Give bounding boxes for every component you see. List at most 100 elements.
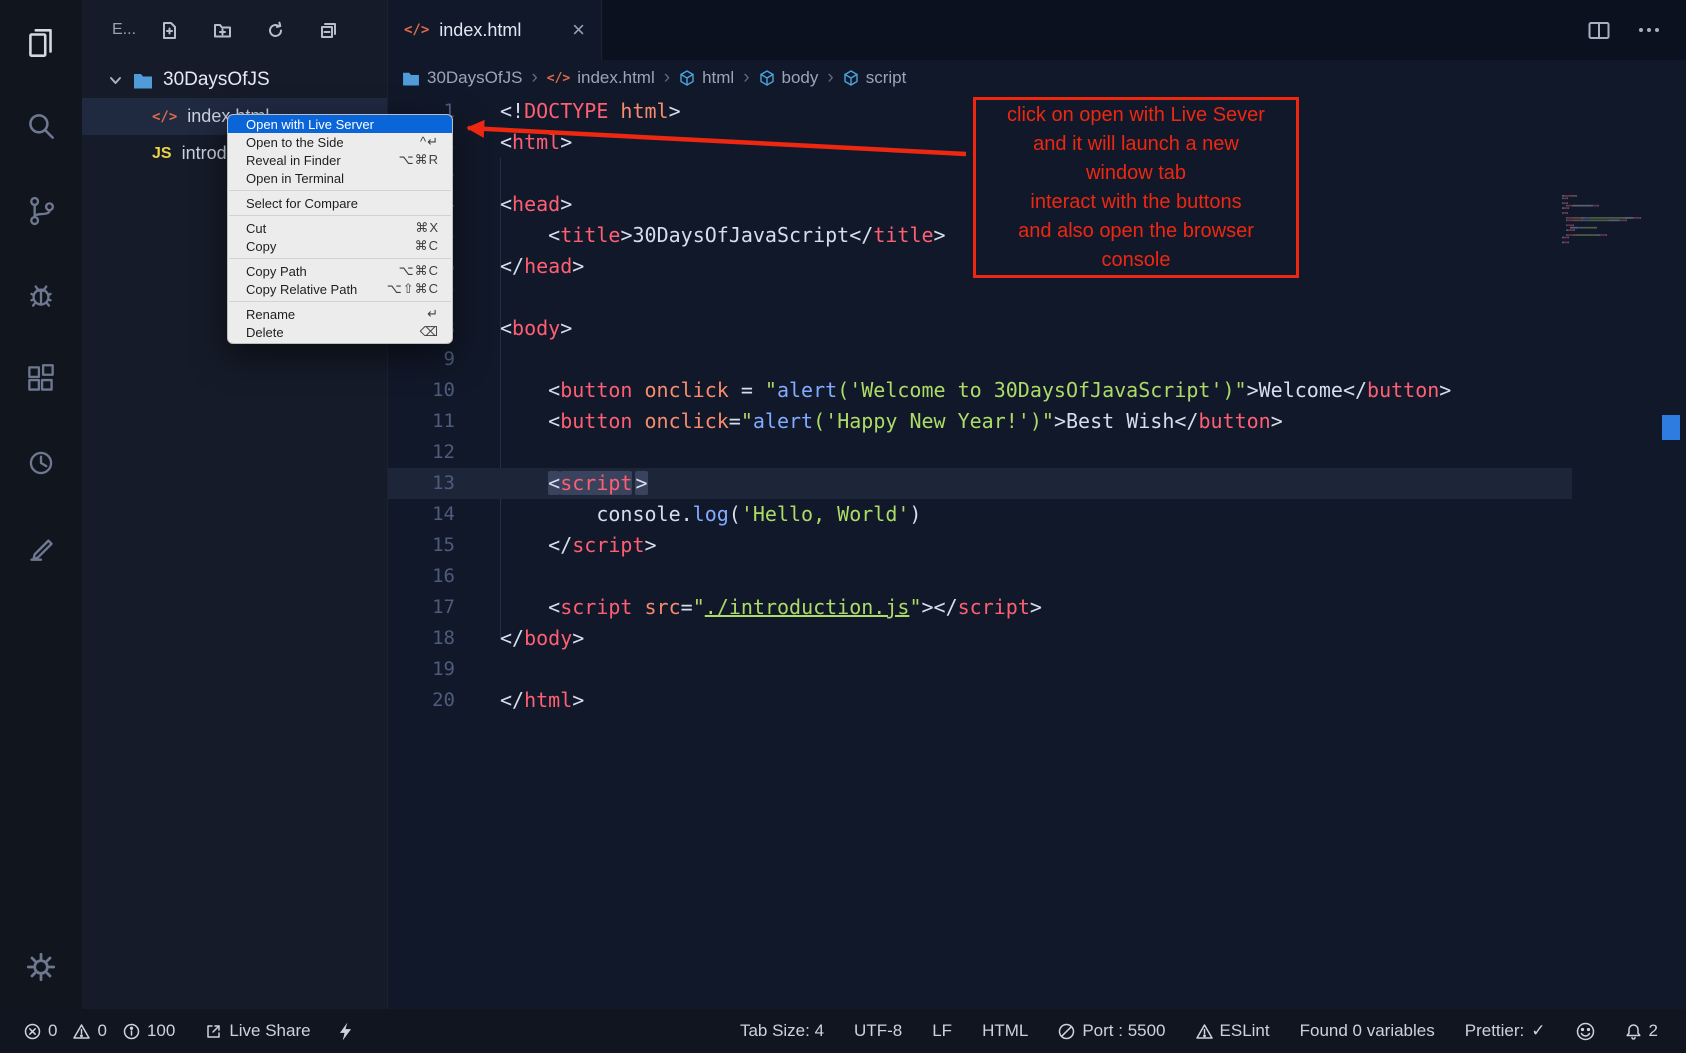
- minimap[interactable]: [1560, 193, 1664, 245]
- menu-item-reveal-in-finder[interactable]: Reveal in Finder⌥⌘R: [228, 151, 452, 169]
- line-content: <button onclick="alert('Happy New Year!'…: [455, 406, 1283, 437]
- code-line[interactable]: 15 </script>: [388, 530, 1572, 561]
- line-content: <script src="./introduction.js"></script…: [455, 592, 1042, 623]
- menu-item-copy-relative-path[interactable]: Copy Relative Path⌥⇧⌘C: [228, 280, 452, 298]
- menu-item-shortcut: ⌫: [420, 324, 439, 340]
- live-server-port[interactable]: Port : 5500: [1058, 1021, 1165, 1041]
- language-indicator[interactable]: HTML: [982, 1021, 1028, 1041]
- line-number: 14: [388, 499, 455, 530]
- code-line[interactable]: 18</body>: [388, 623, 1572, 654]
- menu-item-label: Open with Live Server: [246, 117, 374, 132]
- extensions-icon[interactable]: [23, 361, 59, 397]
- warning-icon: [73, 1023, 90, 1040]
- code-line[interactable]: 20</html>: [388, 685, 1572, 716]
- explorer-header: E...: [82, 0, 387, 60]
- breadcrumb-separator: ›: [743, 67, 749, 89]
- search-icon[interactable]: [23, 109, 59, 145]
- new-folder-icon[interactable]: [213, 21, 232, 40]
- more-actions-icon[interactable]: [1638, 27, 1660, 33]
- lightning-bolt-icon[interactable]: [339, 1022, 352, 1041]
- prettier-status[interactable]: Prettier: ✓: [1465, 1021, 1546, 1041]
- tree-folder-root[interactable]: 30DaysOfJS: [82, 62, 387, 98]
- menu-item-shortcut: ^↵: [420, 134, 439, 150]
- settings-gear-icon[interactable]: [23, 949, 59, 985]
- js-file-icon: JS: [152, 145, 172, 163]
- code-line[interactable]: 16: [388, 561, 1572, 592]
- menu-item-label: Reveal in Finder: [246, 153, 341, 168]
- line-number: 20: [388, 685, 455, 716]
- breadcrumb-separator: ›: [531, 67, 537, 89]
- code-line[interactable]: 11 <button onclick="alert('Happy New Yea…: [388, 406, 1572, 437]
- annotation-line: click on open with Live Sever: [976, 101, 1296, 130]
- code-line[interactable]: 12: [388, 437, 1572, 468]
- menu-item-rename[interactable]: Rename↵: [228, 305, 452, 323]
- source-control-icon[interactable]: [23, 193, 59, 229]
- line-content: [455, 282, 500, 313]
- menu-item-open-with-live-server[interactable]: Open with Live Server: [228, 115, 452, 133]
- new-file-icon[interactable]: [160, 21, 179, 40]
- folder-name: 30DaysOfJS: [163, 69, 270, 91]
- breadcrumb-script-node[interactable]: script: [843, 68, 907, 88]
- code-line[interactable]: 10 <button onclick = "alert('Welcome to …: [388, 375, 1572, 406]
- info-count[interactable]: 100: [123, 1021, 175, 1041]
- explorer-icon[interactable]: [23, 25, 59, 61]
- code-line[interactable]: 19: [388, 654, 1572, 685]
- menu-item-cut[interactable]: Cut⌘X: [228, 219, 452, 237]
- line-content: [455, 344, 500, 375]
- menu-item-copy[interactable]: Copy⌘C: [228, 237, 452, 255]
- breadcrumb-file[interactable]: </> index.html: [547, 68, 655, 88]
- menu-item-copy-path[interactable]: Copy Path⌥⌘C: [228, 262, 452, 280]
- tab-index-html[interactable]: </> index.html ×: [388, 0, 602, 60]
- line-content: <title>30DaysOfJavaScript</title>: [455, 220, 946, 251]
- menu-item-open-in-terminal[interactable]: Open in Terminal: [228, 169, 452, 187]
- live-share-button[interactable]: Live Share: [205, 1021, 310, 1041]
- menu-separator: [229, 301, 451, 302]
- menu-separator: [229, 215, 451, 216]
- eslint-status[interactable]: ESLint: [1196, 1021, 1270, 1041]
- html-file-icon: </>: [152, 109, 177, 125]
- line-content: [455, 158, 500, 189]
- line-content: <!DOCTYPE html>: [455, 96, 681, 127]
- context-menu: Open with Live ServerOpen to the Side^↵R…: [227, 114, 453, 344]
- menu-separator: [229, 258, 451, 259]
- overview-ruler-marker: [1662, 415, 1680, 440]
- problems-warnings[interactable]: 0: [73, 1021, 106, 1041]
- feedback-smiley-icon[interactable]: [1576, 1022, 1595, 1041]
- tab-size-indicator[interactable]: Tab Size: 4: [740, 1021, 824, 1041]
- breadcrumb-html-node[interactable]: html: [679, 68, 734, 88]
- code-line[interactable]: 13 <script>: [388, 468, 1572, 499]
- encoding-indicator[interactable]: UTF-8: [854, 1021, 902, 1041]
- menu-item-shortcut: ⌘C: [415, 238, 439, 254]
- port-icon: [1058, 1023, 1075, 1040]
- feedback-icon[interactable]: [23, 529, 59, 565]
- error-icon: [24, 1023, 41, 1040]
- collapse-folders-icon[interactable]: [319, 21, 338, 40]
- menu-item-label: Copy Relative Path: [246, 282, 357, 297]
- tab-close-icon[interactable]: ×: [572, 19, 585, 41]
- annotation-line: and it will launch a new: [976, 130, 1296, 159]
- line-number: 11: [388, 406, 455, 437]
- line-number: 16: [388, 561, 455, 592]
- menu-item-delete[interactable]: Delete⌫: [228, 323, 452, 341]
- breadcrumb-body-node[interactable]: body: [759, 68, 819, 88]
- run-debug-icon[interactable]: [23, 277, 59, 313]
- menu-item-shortcut: ↵: [427, 306, 439, 322]
- menu-item-select-for-compare[interactable]: Select for Compare: [228, 194, 452, 212]
- menu-item-open-to-the-side[interactable]: Open to the Side^↵: [228, 133, 452, 151]
- problems-errors[interactable]: 0: [24, 1021, 57, 1041]
- line-content: </html>: [455, 685, 584, 716]
- line-number: 13: [388, 468, 455, 499]
- breadcrumb-folder[interactable]: 30DaysOfJS: [402, 68, 522, 88]
- code-line[interactable]: 7: [388, 282, 1572, 313]
- notifications-bell[interactable]: 2: [1625, 1021, 1658, 1041]
- code-line[interactable]: 8<body>: [388, 313, 1572, 344]
- line-content: console.log('Hello, World'): [455, 499, 921, 530]
- split-editor-icon[interactable]: [1588, 21, 1610, 40]
- code-line[interactable]: 17 <script src="./introduction.js"></scr…: [388, 592, 1572, 623]
- eol-indicator[interactable]: LF: [932, 1021, 952, 1041]
- code-line[interactable]: 14 console.log('Hello, World'): [388, 499, 1572, 530]
- code-line[interactable]: 9: [388, 344, 1572, 375]
- history-icon[interactable]: [23, 445, 59, 481]
- variables-indicator[interactable]: Found 0 variables: [1300, 1021, 1435, 1041]
- refresh-icon[interactable]: [266, 21, 285, 40]
